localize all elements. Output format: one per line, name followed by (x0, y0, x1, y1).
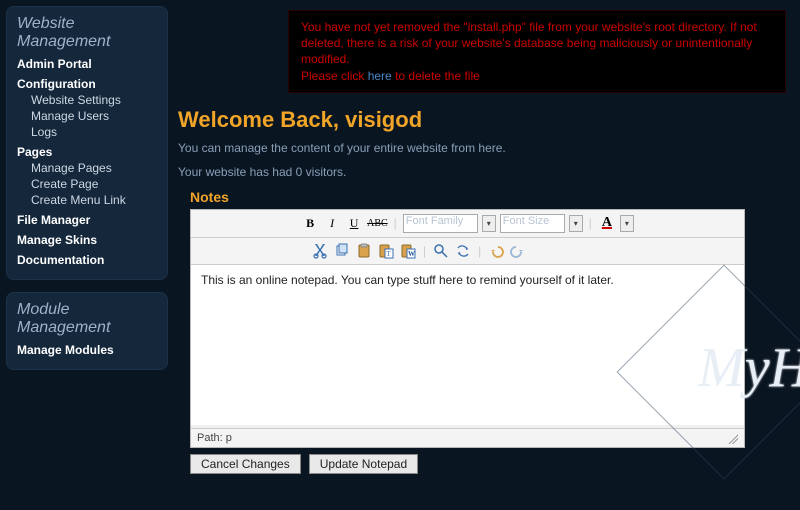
path-text: Path: p (197, 432, 232, 444)
font-size-select[interactable]: Font Size (500, 214, 565, 233)
nav-pages[interactable]: Pages (17, 145, 157, 159)
warning-text-1: You have not yet removed the "install.ph… (301, 20, 757, 66)
nav-manage-pages[interactable]: Manage Pages (31, 161, 157, 175)
website-management-title: Website Management (17, 15, 157, 51)
warning-text-2b: to delete the file (392, 69, 480, 83)
nav-manage-users[interactable]: Manage Users (31, 109, 157, 123)
svg-text:W: W (408, 250, 415, 258)
warning-link[interactable]: here (368, 69, 392, 83)
strikethrough-button[interactable]: ABC (367, 214, 388, 232)
update-button[interactable]: Update Notepad (309, 454, 418, 474)
resize-grip-icon[interactable] (726, 432, 738, 444)
replace-icon[interactable] (454, 242, 472, 260)
subtitle-1: You can manage the content of your entir… (178, 141, 786, 155)
warning-box: You have not yet removed the "install.ph… (288, 10, 786, 93)
nav-create-menu-link[interactable]: Create Menu Link (31, 193, 157, 207)
nav-documentation[interactable]: Documentation (17, 253, 157, 267)
find-icon[interactable] (432, 242, 450, 260)
module-management-title: Module Management (17, 301, 157, 337)
text-color-button[interactable]: A (598, 214, 616, 232)
notes-title: Notes (190, 189, 786, 205)
bold-button[interactable]: B (301, 214, 319, 232)
italic-button[interactable]: I (323, 214, 341, 232)
svg-text:T: T (387, 250, 392, 258)
module-management-box: Module Management Manage Modules (6, 292, 168, 370)
toolbar-row-1: B I U ABC | Font Family ▾ Font Size ▾ | … (191, 210, 744, 238)
cancel-button[interactable]: Cancel Changes (190, 454, 301, 474)
path-bar: Path: p (191, 428, 744, 447)
cut-icon[interactable] (311, 242, 329, 260)
font-family-select[interactable]: Font Family (403, 214, 478, 233)
nav-admin-portal[interactable]: Admin Portal (17, 57, 157, 71)
editor: B I U ABC | Font Family ▾ Font Size ▾ | … (190, 209, 745, 448)
nav-manage-modules[interactable]: Manage Modules (17, 343, 157, 357)
editor-body[interactable] (191, 265, 744, 425)
paste-word-icon[interactable]: W (399, 242, 417, 260)
welcome-heading: Welcome Back, visigod (178, 107, 786, 133)
toolbar-row-2: T W | | (191, 238, 744, 265)
redo-icon[interactable] (509, 242, 527, 260)
nav-website-settings[interactable]: Website Settings (31, 93, 157, 107)
nav-manage-skins[interactable]: Manage Skins (17, 233, 157, 247)
paste-text-icon[interactable]: T (377, 242, 395, 260)
undo-icon[interactable] (487, 242, 505, 260)
font-family-dropdown-icon[interactable]: ▾ (482, 215, 496, 232)
underline-button[interactable]: U (345, 214, 363, 232)
nav-configuration[interactable]: Configuration (17, 77, 157, 91)
website-management-box: Website Management Admin Portal Configur… (6, 6, 168, 280)
warning-text-2a: Please click (301, 69, 368, 83)
font-size-dropdown-icon[interactable]: ▾ (569, 215, 583, 232)
copy-icon[interactable] (333, 242, 351, 260)
paste-icon[interactable] (355, 242, 373, 260)
nav-create-page[interactable]: Create Page (31, 177, 157, 191)
subtitle-2: Your website has had 0 visitors. (178, 165, 786, 179)
nav-file-manager[interactable]: File Manager (17, 213, 157, 227)
text-color-dropdown-icon[interactable]: ▾ (620, 215, 634, 232)
nav-logs[interactable]: Logs (31, 125, 157, 139)
